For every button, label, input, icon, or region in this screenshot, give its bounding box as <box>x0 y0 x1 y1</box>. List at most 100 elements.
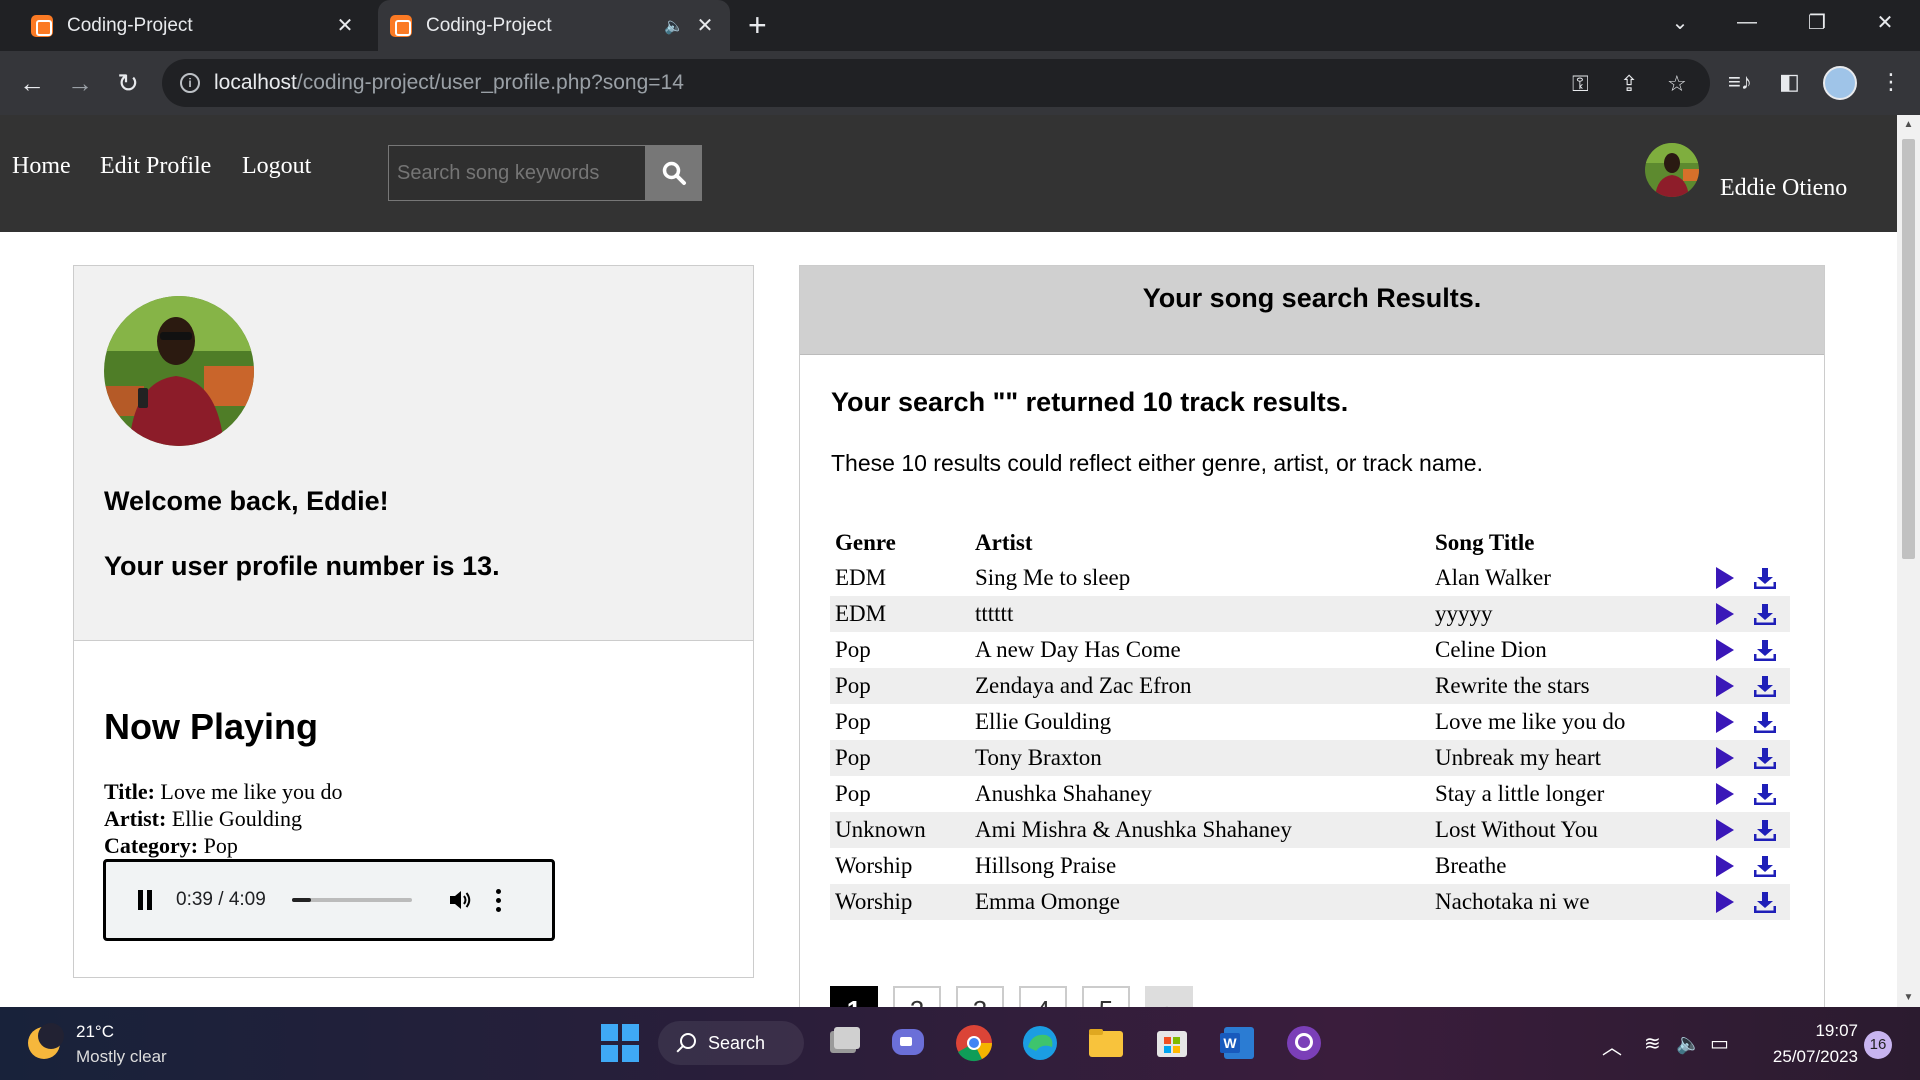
teams-chat-icon[interactable] <box>886 1021 930 1065</box>
play-icon[interactable] <box>1716 639 1734 661</box>
battery-icon[interactable]: ▭ <box>1710 1031 1729 1056</box>
bookmark-star-icon[interactable]: ☆ <box>1667 71 1687 97</box>
cell-actions <box>1705 848 1790 884</box>
cell-artist: Ami Mishra & Anushka Shahaney <box>970 812 1430 848</box>
media-control-icon[interactable]: ≡♪ <box>1728 69 1752 95</box>
cell-artist: Tony Braxton <box>970 740 1430 776</box>
profile-summary: Welcome back, Eddie! Your user profile n… <box>74 266 753 641</box>
play-icon[interactable] <box>1716 567 1734 589</box>
download-icon[interactable] <box>1754 891 1776 913</box>
next-page-button[interactable]: › <box>1145 986 1193 1007</box>
new-tab-button[interactable]: + <box>748 8 767 42</box>
audio-options-icon[interactable] <box>495 888 502 912</box>
play-icon[interactable] <box>1716 819 1734 841</box>
song-search-input[interactable] <box>388 145 646 201</box>
download-icon[interactable] <box>1754 567 1776 589</box>
browser-profile-avatar[interactable] <box>1823 66 1857 100</box>
volume-icon[interactable] <box>448 888 474 912</box>
scroll-up-icon[interactable]: ▲ <box>1897 119 1920 130</box>
side-panel-icon[interactable]: ◧ <box>1779 69 1800 95</box>
page-1-button[interactable]: 1 <box>830 986 878 1007</box>
pause-icon[interactable] <box>136 890 154 910</box>
tab-audio-icon[interactable]: 🔈 <box>664 16 684 36</box>
search-icon <box>680 1033 696 1049</box>
audio-progress-slider[interactable] <box>291 898 412 902</box>
speaker-icon[interactable]: 🔈 <box>1676 1031 1701 1056</box>
back-arrow-icon[interactable]: ← <box>14 65 50 101</box>
share-icon[interactable]: ⇪ <box>1620 71 1638 97</box>
download-icon[interactable] <box>1754 711 1776 733</box>
scroll-down-icon[interactable]: ▼ <box>1897 992 1920 1003</box>
address-bar[interactable]: i localhost/coding-project/user_profile.… <box>162 59 1710 107</box>
download-icon[interactable] <box>1754 819 1776 841</box>
tracks-table: Genre Artist Song Title EDM Sing Me to sl… <box>830 526 1790 920</box>
edge-icon[interactable] <box>1018 1021 1062 1065</box>
column-header-song-title: Song Title <box>1435 530 1535 555</box>
play-icon[interactable] <box>1716 783 1734 805</box>
close-tab-icon[interactable]: ✕ <box>330 13 360 38</box>
browser-tab-2[interactable]: Coding-Project 🔈 ✕ <box>378 0 730 51</box>
cell-song-title: Stay a little longer <box>1430 776 1705 812</box>
nav-home-link[interactable]: Home <box>12 153 71 180</box>
cell-song-title: Rewrite the stars <box>1430 668 1705 704</box>
download-icon[interactable] <box>1754 639 1776 661</box>
taskbar-search-label: Search <box>708 1032 766 1053</box>
download-icon[interactable] <box>1754 783 1776 805</box>
play-icon[interactable] <box>1716 711 1734 733</box>
minimize-button[interactable]: — <box>1712 0 1782 44</box>
user-avatar[interactable] <box>1645 143 1699 197</box>
cell-genre: Unknown <box>830 812 970 848</box>
download-icon[interactable] <box>1754 747 1776 769</box>
table-row: Unknown Ami Mishra & Anushka Shahaney Lost… <box>830 812 1790 848</box>
download-icon[interactable] <box>1754 675 1776 697</box>
browser-tab-1[interactable]: Coding-Project ✕ <box>0 0 370 51</box>
clock-date[interactable]: 25/07/2023 <box>1762 1047 1858 1067</box>
weather-description[interactable]: Mostly clear <box>76 1047 167 1067</box>
page-scrollbar[interactable]: ▲ ▼ <box>1897 115 1920 1007</box>
word-icon[interactable]: W <box>1216 1021 1260 1065</box>
page-3-button[interactable]: 3 <box>956 986 1004 1007</box>
browser-toolbar: ← → ↻ i localhost/coding-project/user_pr… <box>0 51 1920 115</box>
page-2-button[interactable]: 2 <box>893 986 941 1007</box>
cell-actions <box>1705 884 1790 920</box>
play-icon[interactable] <box>1716 891 1734 913</box>
close-tab-icon[interactable]: ✕ <box>690 13 720 38</box>
column-header-genre: Genre <box>835 530 896 555</box>
play-icon[interactable] <box>1716 747 1734 769</box>
chrome-icon[interactable] <box>952 1021 996 1065</box>
play-icon[interactable] <box>1716 855 1734 877</box>
restore-button[interactable]: ❐ <box>1782 0 1852 44</box>
microsoft-store-icon[interactable] <box>1150 1021 1194 1065</box>
task-view-icon[interactable] <box>822 1021 866 1065</box>
page-5-button[interactable]: 5 <box>1082 986 1130 1007</box>
pagination: 1 2 3 4 5 › <box>830 986 1193 1007</box>
weather-moon-icon[interactable] <box>28 1023 64 1059</box>
weather-temperature[interactable]: 21°C <box>76 1022 114 1042</box>
nav-logout-link[interactable]: Logout <box>242 153 311 180</box>
page-4-button[interactable]: 4 <box>1019 986 1067 1007</box>
download-icon[interactable] <box>1754 603 1776 625</box>
cell-song-title: Alan Walker <box>1430 560 1705 596</box>
table-row: EDM Sing Me to sleep Alan Walker <box>830 560 1790 596</box>
search-button[interactable] <box>646 145 702 201</box>
github-icon[interactable] <box>1282 1021 1326 1065</box>
clock-time[interactable]: 19:07 <box>1812 1021 1858 1041</box>
close-window-button[interactable]: ✕ <box>1850 0 1920 44</box>
scrollbar-thumb[interactable] <box>1902 139 1915 559</box>
nav-edit-profile-link[interactable]: Edit Profile <box>100 153 211 180</box>
tab-search-icon[interactable]: ⌄ <box>1645 0 1715 44</box>
tray-overflow-icon[interactable]: ︿ <box>1602 1031 1622 1060</box>
forward-arrow-icon[interactable]: → <box>62 65 98 101</box>
play-icon[interactable] <box>1716 675 1734 697</box>
windows-start-icon[interactable] <box>598 1021 642 1065</box>
key-icon[interactable]: ⚿ <box>1572 71 1589 97</box>
wifi-icon[interactable]: ≋ <box>1644 1031 1661 1056</box>
file-explorer-icon[interactable] <box>1084 1021 1128 1065</box>
download-icon[interactable] <box>1754 855 1776 877</box>
taskbar-search-button[interactable]: Search <box>658 1021 804 1065</box>
site-info-icon[interactable]: i <box>180 73 200 93</box>
reload-icon[interactable]: ↻ <box>110 65 146 101</box>
play-icon[interactable] <box>1716 603 1734 625</box>
browser-menu-icon[interactable]: ⋮ <box>1880 69 1902 95</box>
notification-badge[interactable]: 16 <box>1864 1031 1892 1059</box>
